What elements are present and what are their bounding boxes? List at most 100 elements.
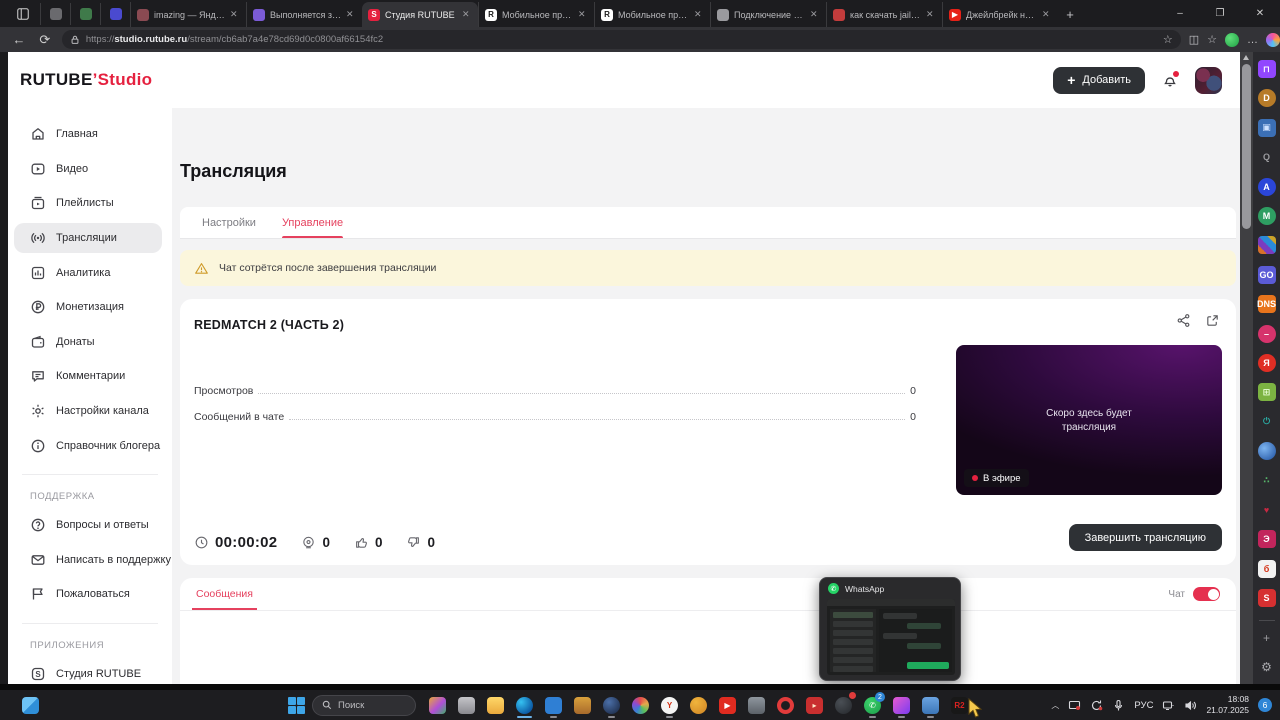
chat-messages-tab[interactable]: Сообщения xyxy=(192,578,257,610)
address-bar[interactable]: https://studio.rutube.ru/stream/cb6ab7a4… xyxy=(61,30,1181,49)
sidebar-item[interactable]: S Студия RUTUBE xyxy=(8,657,172,684)
go-app-icon[interactable]: GO xyxy=(1257,265,1276,284)
scrollbar-thumb[interactable] xyxy=(1242,64,1251,229)
blue-orb-icon[interactable] xyxy=(1257,442,1276,461)
twitch-icon[interactable]: ⊓ xyxy=(1257,60,1276,78)
tab-close-icon[interactable]: ✕ xyxy=(926,9,936,20)
mail-app-icon[interactable] xyxy=(684,691,713,719)
game-collage-icon[interactable] xyxy=(423,691,452,719)
favorites-icon[interactable]: ☆ xyxy=(1207,33,1217,46)
camera-app-icon[interactable] xyxy=(742,691,771,719)
sidebar-item[interactable]: Главная xyxy=(8,117,172,152)
browser-scrollbar[interactable] xyxy=(1240,52,1253,684)
image-app-icon[interactable]: ▣ xyxy=(1257,118,1276,137)
launcher-icon[interactable] xyxy=(829,691,858,719)
browser-tab[interactable]: R Мобильное приложен ✕ xyxy=(478,2,594,27)
tab-close-icon[interactable]: ✕ xyxy=(578,9,588,20)
ms-store-icon[interactable] xyxy=(568,691,597,719)
browser-tab[interactable]: imazing — Яндекс: наш ✕ xyxy=(130,2,246,27)
sidebar-item[interactable]: Донаты xyxy=(8,325,172,360)
chat-toggle[interactable] xyxy=(1193,587,1220,601)
sidebar-item[interactable]: Аналитика xyxy=(8,255,172,290)
dns-shop-icon[interactable]: DNS xyxy=(1257,295,1276,314)
photos-app-icon[interactable] xyxy=(626,691,655,719)
add-button[interactable]: + Добавить xyxy=(1053,66,1145,94)
files-folder-icon[interactable] xyxy=(916,691,945,719)
file-explorer-icon[interactable] xyxy=(481,691,510,719)
m-app-icon[interactable]: M xyxy=(1257,206,1276,225)
network-display-icon[interactable] xyxy=(1162,699,1175,712)
rutube-studio-logo[interactable]: RUTUBE’Studio xyxy=(20,70,152,90)
tab-close-icon[interactable]: ✕ xyxy=(230,9,240,20)
tab-close-icon[interactable]: ✕ xyxy=(1042,9,1052,20)
pixel-game-icon[interactable] xyxy=(1257,236,1276,255)
task-window-icon[interactable] xyxy=(452,691,481,719)
favorite-star-icon[interactable]: ☆ xyxy=(1163,33,1173,46)
pink-app-icon[interactable]: – xyxy=(1257,324,1276,343)
sidebar-item[interactable]: Вопросы и ответы xyxy=(8,508,172,543)
rail-settings-gear-icon[interactable]: ⚙ xyxy=(1261,660,1272,674)
vscode-icon[interactable] xyxy=(539,691,568,719)
share-icon[interactable] xyxy=(1176,313,1191,328)
youtube-icon[interactable]: ▶ xyxy=(713,691,742,719)
sidebar-item[interactable]: Монетизация xyxy=(8,290,172,325)
em-app-icon[interactable]: Э xyxy=(1257,530,1276,549)
donationalerts-icon[interactable]: D xyxy=(1257,89,1276,108)
notifications-bell-icon[interactable] xyxy=(1161,71,1179,89)
more-menu-icon[interactable]: … xyxy=(1247,34,1258,46)
browser-tab[interactable]: S Студия RUTUBE ✕ xyxy=(362,2,478,27)
tab-close-icon[interactable]: ✕ xyxy=(346,9,356,20)
sidebar-item[interactable]: Настройки канала xyxy=(8,394,172,429)
widgets-icon[interactable] xyxy=(22,696,39,714)
start-button-icon[interactable] xyxy=(288,696,305,714)
browser-tab[interactable]: ▶ Джейлбрейк на ЛЮБО ✕ xyxy=(942,2,1058,27)
screen-cast-icon[interactable] xyxy=(1068,699,1081,712)
likes-counter[interactable]: 0 xyxy=(354,535,382,550)
search-rail-icon[interactable]: Q xyxy=(1258,148,1276,166)
sidebar-item[interactable]: Плейлисты xyxy=(8,186,172,221)
pinned-tab[interactable] xyxy=(40,3,70,25)
browser-profile-avatar[interactable] xyxy=(1224,32,1239,47)
pinned-tab[interactable] xyxy=(100,3,130,25)
sidebar-item[interactable]: Написать в поддержку xyxy=(8,543,172,578)
yandex-icon[interactable]: Я xyxy=(1257,353,1276,372)
copilot-icon[interactable] xyxy=(1265,32,1280,47)
microphone-icon[interactable] xyxy=(1112,699,1125,712)
music-app-icon[interactable] xyxy=(887,691,916,719)
whatsapp-thumbnail[interactable] xyxy=(827,599,955,675)
end-stream-button[interactable]: Завершить трансляцию xyxy=(1068,524,1222,551)
s-app-icon[interactable]: S xyxy=(1257,589,1276,608)
tab-close-icon[interactable]: ✕ xyxy=(694,9,704,20)
edge-browser-icon[interactable] xyxy=(510,691,539,719)
workspaces-icon[interactable] xyxy=(8,3,38,25)
new-tab-button[interactable]: + xyxy=(1058,3,1082,25)
taskbar-clock[interactable]: 18:08 21.07.2025 xyxy=(1206,694,1249,715)
steam-icon[interactable] xyxy=(597,691,626,719)
sidebar-item[interactable]: Трансляции xyxy=(8,221,172,256)
tray-chevron-icon[interactable]: ︿ xyxy=(1051,700,1059,711)
browser-tab[interactable]: Выполняется загрузка ✕ xyxy=(246,2,362,27)
browser-tab[interactable]: Подключение к Apple ✕ xyxy=(710,2,826,27)
dislikes-counter[interactable]: 0 xyxy=(406,535,435,550)
open-external-icon[interactable] xyxy=(1205,313,1220,328)
pinned-tab[interactable] xyxy=(70,3,100,25)
user-avatar[interactable] xyxy=(1195,66,1222,94)
refresh-icon[interactable]: ⟳ xyxy=(32,32,58,48)
sidebar-item[interactable]: Видео xyxy=(8,152,172,187)
browser-tab[interactable]: как скачать jailbreak на ✕ xyxy=(826,2,942,27)
stream-tab[interactable]: Настройки xyxy=(202,217,256,238)
rail-add-icon[interactable]: + xyxy=(1263,631,1270,645)
whatsapp-preview-popup[interactable]: ✆ WhatsApp xyxy=(819,577,961,681)
browser-tab[interactable]: R Мобильное приложен ✕ xyxy=(594,2,710,27)
opera-icon[interactable] xyxy=(771,691,800,719)
sidebar-item[interactable]: Пожаловаться xyxy=(8,577,172,612)
sidebar-item[interactable]: Справочник блогера xyxy=(8,428,172,463)
close-button[interactable]: ✕ xyxy=(1240,0,1280,27)
media-red-icon[interactable]: ▸ xyxy=(800,691,829,719)
back-icon[interactable]: ← xyxy=(6,32,32,47)
taskbar-search[interactable]: Поиск xyxy=(312,694,416,716)
language-indicator[interactable]: РУС xyxy=(1134,700,1153,711)
split-screen-icon[interactable]: ◫ xyxy=(1189,33,1199,46)
stream-preview[interactable]: Скоро здесь будет трансляция В эфире xyxy=(956,345,1222,495)
sync-icon[interactable] xyxy=(1090,699,1103,712)
